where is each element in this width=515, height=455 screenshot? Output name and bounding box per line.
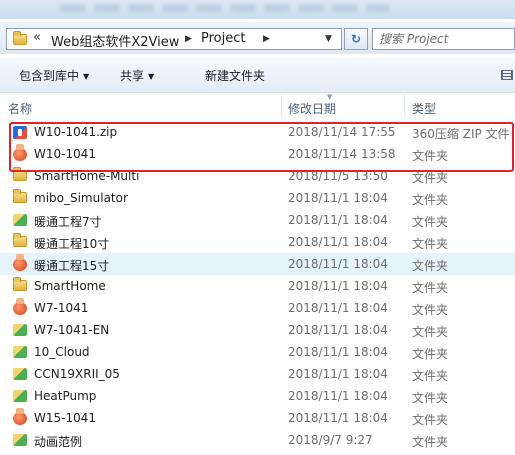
column-name[interactable]: 名称 xyxy=(8,100,32,117)
file-type: 文件夹 xyxy=(412,413,449,427)
column-divider[interactable] xyxy=(281,95,282,117)
include-label: 包含到库中 xyxy=(19,69,80,83)
file-name: 动画范例 xyxy=(34,435,83,449)
column-divider[interactable] xyxy=(404,95,405,117)
green-folder-icon xyxy=(13,214,27,226)
chevron-down-icon: ▼ xyxy=(83,72,90,81)
file-date: 2018/11/1 18:04 xyxy=(288,389,388,403)
file-type: 文件夹 xyxy=(412,237,449,251)
command-toolbar: 包含到库中 ▼ 共享 ▼ 新建文件夹 xyxy=(0,58,515,93)
file-name: 暖通工程7寸 xyxy=(34,215,102,229)
column-type[interactable]: 类型 xyxy=(412,100,436,117)
file-row[interactable]: W15-1041 2018/11/1 18:04 文件夹 xyxy=(0,407,515,429)
breadcrumb-arrow-icon[interactable]: ▶ xyxy=(263,34,270,44)
file-row[interactable]: W7-1041-EN 2018/11/1 18:04 文件夹 xyxy=(0,319,515,341)
blurred-title-text xyxy=(60,4,390,12)
file-type: 文件夹 xyxy=(412,303,449,317)
file-name: W7-1041 xyxy=(34,301,89,315)
column-header: 名称 ▼ 修改日期 类型 xyxy=(0,92,515,119)
address-bar: « Web组态软件X2View ▶ Project ▶ ▼ ↻ 搜索 Proje… xyxy=(0,22,515,54)
file-type: 文件夹 xyxy=(412,369,449,383)
file-name: W7-1041-EN xyxy=(34,323,110,337)
file-date: 2018/11/1 18:04 xyxy=(288,345,388,359)
file-name: W15-1041 xyxy=(34,411,97,425)
view-options-icon[interactable] xyxy=(501,70,513,80)
overflow-chevron[interactable]: « xyxy=(33,30,41,45)
file-date: 2018/9/7 9:27 xyxy=(288,433,373,447)
lib-folder-icon xyxy=(13,408,27,425)
file-date: 2018/11/1 18:04 xyxy=(288,323,388,337)
share-label: 共享 xyxy=(120,69,145,83)
file-name: 暖通工程10寸 xyxy=(34,237,110,251)
column-date[interactable]: 修改日期 xyxy=(288,100,336,117)
address-dropdown-icon[interactable]: ▼ xyxy=(325,34,332,44)
green-folder-icon xyxy=(13,368,27,380)
file-name: SmartHome xyxy=(34,279,106,293)
folder-icon xyxy=(13,233,27,247)
file-name: HeatPump xyxy=(34,389,97,403)
file-type: 文件夹 xyxy=(412,347,449,361)
refresh-button[interactable]: ↻ xyxy=(344,28,368,50)
file-type: 文件夹 xyxy=(412,259,449,273)
file-row[interactable]: SmartHome 2018/11/1 18:04 文件夹 xyxy=(0,275,515,297)
file-date: 2018/11/1 18:04 xyxy=(288,191,388,205)
file-date: 2018/11/1 18:04 xyxy=(288,257,388,271)
file-date: 2018/11/1 18:04 xyxy=(288,301,388,315)
lib-folder-icon xyxy=(13,298,27,315)
lib-folder-icon xyxy=(13,254,27,271)
file-type: 文件夹 xyxy=(412,435,449,449)
title-strip xyxy=(0,0,515,19)
search-input[interactable]: 搜索 Project xyxy=(372,28,515,50)
file-row[interactable]: 动画范例 2018/9/7 9:27 文件夹 xyxy=(0,429,515,451)
file-row[interactable]: 暖通工程7寸 2018/11/1 18:04 文件夹 xyxy=(0,209,515,231)
folder-icon xyxy=(13,31,27,45)
include-in-library-button[interactable]: 包含到库中 ▼ xyxy=(19,67,89,84)
folder-icon xyxy=(13,189,27,203)
file-row[interactable]: 10_Cloud 2018/11/1 18:04 文件夹 xyxy=(0,341,515,363)
address-field[interactable]: « Web组态软件X2View ▶ Project ▶ ▼ xyxy=(6,28,342,50)
file-type: 文件夹 xyxy=(412,391,449,405)
file-row[interactable]: HeatPump 2018/11/1 18:04 文件夹 xyxy=(0,385,515,407)
file-row-hovered[interactable]: 暖通工程15寸 2018/11/1 18:04 文件夹 xyxy=(0,253,515,275)
folder-icon xyxy=(13,277,27,291)
file-name: CCN19XRII_05 xyxy=(34,367,120,381)
breadcrumb-x2view[interactable]: Web组态软件X2View xyxy=(51,31,179,50)
file-row[interactable]: CCN19XRII_05 2018/11/1 18:04 文件夹 xyxy=(0,363,515,385)
green-folder-icon xyxy=(13,324,27,336)
file-date: 2018/11/1 18:04 xyxy=(288,235,388,249)
share-button[interactable]: 共享 ▼ xyxy=(120,67,154,84)
file-name: 暖通工程15寸 xyxy=(34,259,110,273)
file-date: 2018/11/1 18:04 xyxy=(288,411,388,425)
chevron-down-icon: ▼ xyxy=(148,72,155,81)
file-row[interactable]: 暖通工程10寸 2018/11/1 18:04 文件夹 xyxy=(0,231,515,253)
file-name: mibo_Simulator xyxy=(34,191,128,205)
green-folder-icon xyxy=(13,346,27,358)
file-name: 10_Cloud xyxy=(34,345,90,359)
file-type: 文件夹 xyxy=(412,215,449,229)
file-row[interactable]: W7-1041 2018/11/1 18:04 文件夹 xyxy=(0,297,515,319)
file-row[interactable]: mibo_Simulator 2018/11/1 18:04 文件夹 xyxy=(0,187,515,209)
file-date: 2018/11/1 18:04 xyxy=(288,213,388,227)
green-folder-icon xyxy=(13,390,27,402)
file-date: 2018/11/1 18:04 xyxy=(288,367,388,381)
file-date: 2018/11/1 18:04 xyxy=(288,279,388,293)
green-folder-icon xyxy=(13,434,27,446)
file-type: 文件夹 xyxy=(412,281,449,295)
file-type: 文件夹 xyxy=(412,193,449,207)
file-type: 文件夹 xyxy=(412,325,449,339)
new-folder-button[interactable]: 新建文件夹 xyxy=(205,67,265,84)
breadcrumb-arrow-icon[interactable]: ▶ xyxy=(185,34,192,44)
breadcrumb-project[interactable]: Project xyxy=(201,31,245,46)
highlight-box xyxy=(9,122,514,172)
